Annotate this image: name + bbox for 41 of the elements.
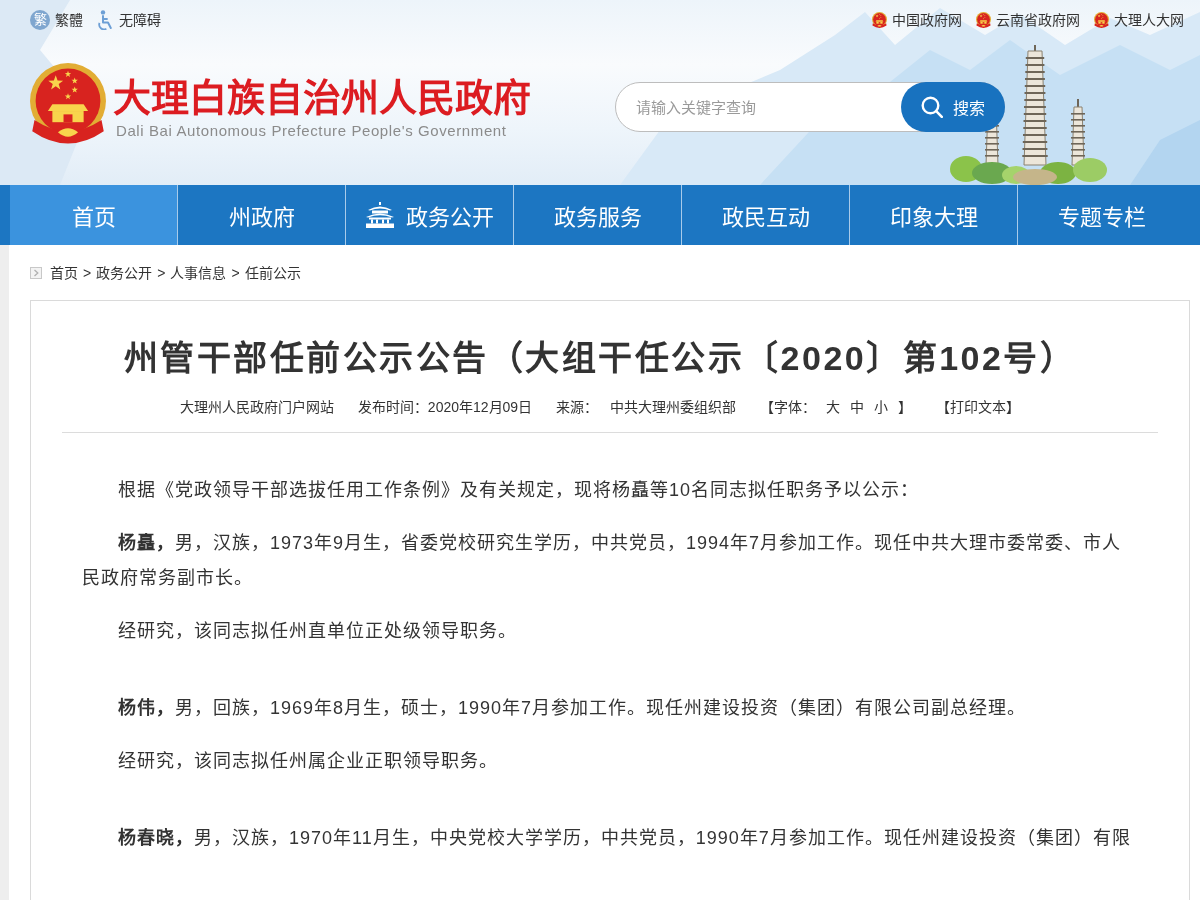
- national-emblem-icon: [872, 11, 887, 29]
- publish-date: 发布时间：2020年12月09日: [357, 398, 533, 417]
- site-link[interactable]: 中国政府网: [872, 10, 962, 30]
- article-title: 州管干部任前公示公告（大组干任公示〔2020〕第102号）: [122, 338, 1078, 379]
- font-size-label: 【字体：: [760, 398, 817, 417]
- temple-icon: [365, 202, 394, 228]
- breadcrumb-separator: >: [157, 263, 166, 283]
- conclusion-paragraph: 经研究，该同志拟任州直单位正处级领导职务。: [117, 620, 518, 643]
- wheelchair-icon: [97, 10, 114, 30]
- print-link[interactable]: 【打印文本】: [936, 397, 1021, 417]
- bio-paragraph: 杨伟，男，回族，1969年8月生，硕士，1990年7月参加工作。现任州建设投资（集团）有限公司副总经理。: [117, 696, 1028, 720]
- font-size-link[interactable]: 小: [874, 397, 889, 417]
- breadcrumb-separator: >: [231, 263, 240, 283]
- bio-paragraph: 杨矗，男，汉族，1973年9月生，省委党校研究生学历，中共党员，1994年7月参加工作。现任中共大理市委常委、市人民政府常务副市长。: [82, 531, 1123, 590]
- national-emblem-icon: [976, 11, 991, 29]
- breadcrumb-link[interactable]: 政务公开: [96, 262, 153, 283]
- conclusion-paragraph: 经研究，该同志拟任州属企业正职领导职务。: [117, 750, 499, 773]
- site-title: 大理白族自治州人民政府: [113, 76, 532, 120]
- breadcrumb-link[interactable]: 首页: [50, 262, 78, 283]
- breadcrumb-link[interactable]: 任前公示: [244, 262, 301, 283]
- traditional-chinese-link[interactable]: 繁 繁體: [30, 10, 83, 30]
- font-size-link[interactable]: 大: [826, 397, 841, 417]
- font-size-link[interactable]: 中: [850, 397, 865, 417]
- chevron-square-icon: [30, 266, 42, 279]
- breadcrumb-link[interactable]: 人事信息: [170, 262, 227, 283]
- nav-item[interactable]: 专题专栏: [1018, 185, 1185, 245]
- font-size-bracket: 】: [898, 398, 913, 417]
- site-name: 大理州人民政府门户网站: [179, 398, 334, 417]
- breadcrumb-separator: >: [83, 263, 92, 283]
- search-icon: [921, 96, 943, 118]
- search-button[interactable]: 搜索: [901, 82, 1005, 132]
- accessibility-link[interactable]: 无障碍: [97, 10, 161, 30]
- source-name: 中共大理州委组织部: [610, 398, 737, 417]
- national-emblem-icon: [1094, 11, 1109, 29]
- source-label: 来源：: [556, 398, 599, 417]
- site-link[interactable]: 大理人大网: [1094, 10, 1184, 30]
- intro-paragraph: 根据《党政领导干部选拔任用工作条例》及有关规定，现将杨矗等10名同志拟任职务予以公示：: [117, 479, 921, 502]
- site-subtitle: Dali Bai Autonomous Prefecture People's Government: [116, 122, 507, 140]
- site-link[interactable]: 云南省政府网: [976, 10, 1080, 30]
- search-field[interactable]: 请输入关键字查询 搜索: [615, 82, 1005, 132]
- bio-paragraph: 杨春晓，男，汉族，1970年11月生，中央党校大学学历，中共党员，1990年7月参加工作。现任州建设投资（集团）有限: [117, 826, 1132, 850]
